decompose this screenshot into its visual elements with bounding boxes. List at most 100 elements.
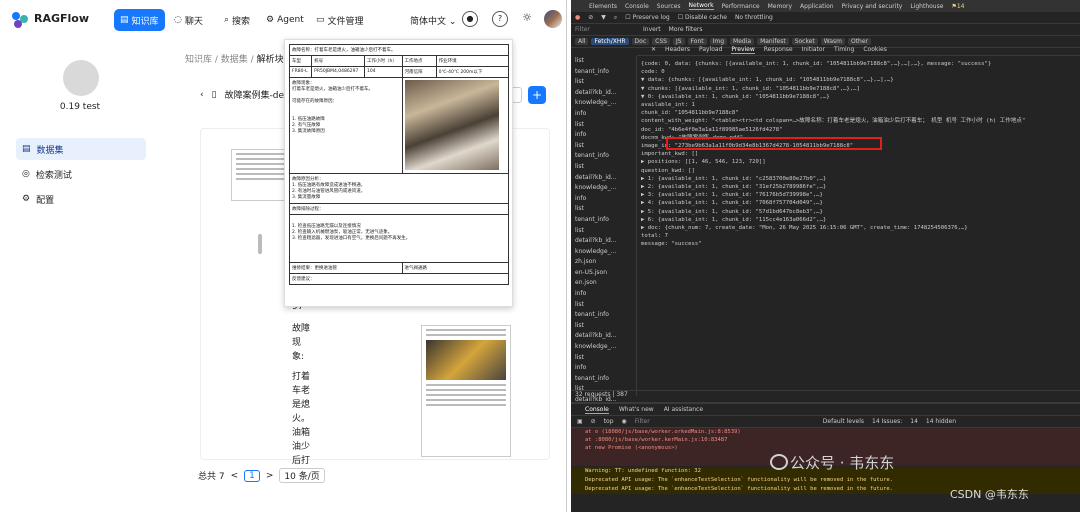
language-select[interactable]: 简体中文 ⌄ [410, 14, 456, 27]
chunk-thumbnail[interactable] [421, 325, 511, 457]
json-line[interactable]: chunk_id: "1054811bb9e7188c8" [641, 109, 1079, 117]
tab-whats-new[interactable]: What's new [619, 406, 654, 413]
json-line[interactable]: ▶ 2: {available_int: 1, chunk_id: "31ef2… [641, 183, 1079, 191]
tab-elements[interactable]: Elements [589, 3, 617, 10]
json-line[interactable]: ▶ 5: {available_int: 1, chunk_id: "57d1b… [641, 208, 1079, 216]
request-row[interactable]: detail?kb_id... [571, 173, 636, 184]
tab-sources[interactable]: Sources [657, 3, 681, 10]
request-row[interactable]: list [571, 300, 636, 311]
request-row[interactable]: en.json [571, 278, 636, 289]
request-row[interactable]: zh.json [571, 257, 636, 268]
json-line[interactable]: ▶ positions: [[1, 46, 546, 123, 720]] [641, 158, 1079, 166]
user-avatar[interactable] [544, 10, 562, 28]
json-line[interactable]: message: "success" [641, 240, 1079, 248]
tab-console[interactable]: Console [625, 3, 649, 10]
filter-chip[interactable]: Fetch/XHR [591, 38, 629, 45]
request-row[interactable]: knowledge_... [571, 247, 636, 258]
request-row[interactable]: info [571, 194, 636, 205]
nav-chat[interactable]: ◌ 聊天 [168, 9, 209, 31]
close-icon[interactable]: ✕ [651, 46, 656, 53]
sidebar-item-retrieval-test[interactable]: ◎ 检索测试 [16, 163, 146, 185]
json-line[interactable]: ▶ 1: {available_int: 1, chunk_id: "c2583… [641, 175, 1079, 183]
json-line[interactable]: ▼ data: {chunks: [{available_int: 1, chu… [641, 76, 1079, 84]
help-icon[interactable]: ? [492, 11, 508, 27]
json-line[interactable]: ▶ 3: {available_int: 1, chunk_id: "76176… [641, 191, 1079, 199]
breadcrumb-item[interactable]: 知识库 [185, 55, 212, 65]
preserve-log-checkbox[interactable]: ☐ Preserve log [625, 14, 669, 21]
tab-memory[interactable]: Memory [768, 3, 792, 10]
chunk-thumbnail[interactable] [231, 149, 289, 201]
current-page[interactable]: 1 [244, 469, 260, 482]
json-line[interactable]: ▶ 6: {available_int: 1, chunk_id: "115cc… [641, 216, 1079, 224]
throttling-select[interactable]: No throttling [735, 14, 773, 21]
request-row[interactable]: detail?kb_id... [571, 331, 636, 342]
request-row[interactable]: tenant_info [571, 374, 636, 385]
json-line[interactable]: doc_id: "4b6e4f0e3a1a11f89985ae5126fd427… [641, 126, 1079, 134]
tab-application[interactable]: Application [800, 3, 834, 10]
json-line[interactable]: important_kwd: [] [641, 150, 1079, 158]
tab-network[interactable]: Network [688, 2, 714, 10]
json-line[interactable]: ▼ chunks: [{available_int: 1, chunk_id: … [641, 85, 1079, 93]
sidebar-item-dataset[interactable]: ▤ 数据集 [16, 138, 146, 160]
request-row[interactable]: tenant_info [571, 215, 636, 226]
request-row[interactable]: list [571, 120, 636, 131]
json-line[interactable]: total: 7 [641, 232, 1079, 240]
tab-response[interactable]: Response [764, 46, 793, 53]
request-row[interactable]: info [571, 109, 636, 120]
json-line[interactable]: available_int: 1 [641, 101, 1079, 109]
list-scrollbar[interactable] [258, 234, 262, 254]
github-icon[interactable]: ● [462, 11, 478, 27]
request-row[interactable]: list [571, 162, 636, 173]
request-row[interactable]: list [571, 204, 636, 215]
tab-cookies[interactable]: Cookies [863, 46, 887, 53]
stack-line[interactable]: at :8080/js/base/worker.kerMain.js:10:83… [585, 436, 1080, 444]
filter-icon[interactable]: ▼ [601, 14, 606, 21]
add-chunk-button[interactable]: + [528, 86, 546, 104]
request-row[interactable]: tenant_info [571, 310, 636, 321]
page-size-select[interactable]: 10 条/页 [279, 468, 325, 483]
json-line[interactable]: content_with_weight: "<table><tr><td col… [641, 117, 1079, 125]
issues-count[interactable]: 14 [910, 418, 918, 425]
request-row[interactable]: detail?kb_id... [571, 236, 636, 247]
sidebar-item-config[interactable]: ⚙ 配置 [16, 188, 146, 210]
request-row[interactable]: knowledge_... [571, 183, 636, 194]
invert-checkbox[interactable]: Invert [643, 26, 661, 33]
filter-chip[interactable]: All [575, 38, 589, 45]
request-row[interactable]: list [571, 56, 636, 67]
request-row[interactable]: tenant_info [571, 67, 636, 78]
tab-payload[interactable]: Payload [699, 46, 722, 53]
record-icon[interactable]: ● [575, 14, 580, 21]
tab-preview[interactable]: Preview [731, 46, 755, 54]
more-filters-button[interactable]: More filters [669, 26, 703, 33]
request-row[interactable]: list [571, 353, 636, 364]
sidebar-toggle-icon[interactable]: ▣ [577, 418, 583, 425]
console-filter-input[interactable]: Filter [635, 418, 815, 425]
breadcrumb-item[interactable]: 数据集 [221, 55, 248, 65]
log-levels-select[interactable]: Default levels [823, 418, 864, 425]
clear-console-icon[interactable]: ⊘ [591, 418, 596, 425]
tab-performance[interactable]: Performance [722, 3, 760, 10]
theme-toggle-icon[interactable]: ☼ [519, 11, 535, 27]
issues-label[interactable]: 14 Issues: [872, 418, 902, 425]
json-line[interactable]: question_kwd: [] [641, 167, 1079, 175]
eye-icon[interactable]: ◉ [622, 418, 627, 425]
tab-console-drawer[interactable]: Console [585, 406, 609, 414]
filter-input[interactable]: Filter [575, 26, 635, 33]
request-row[interactable]: info [571, 130, 636, 141]
json-line[interactable]: code: 0 [641, 68, 1079, 76]
json-line[interactable]: {code: 0, data: {chunks: [{available_int… [641, 60, 1079, 68]
tab-initiator[interactable]: Initiator [802, 46, 825, 53]
json-line[interactable]: ▶ 4: {available_int: 1, chunk_id: "7068f… [641, 199, 1079, 207]
json-line[interactable]: ▶ doc: {chunk_num: 7, create_date: "Mon,… [641, 224, 1079, 232]
json-line[interactable]: ▼ 0: {available_int: 1, chunk_id: "10548… [641, 93, 1079, 101]
request-row[interactable]: list [571, 141, 636, 152]
request-row[interactable]: info [571, 289, 636, 300]
disable-cache-checkbox[interactable]: ☐ Disable cache [678, 14, 727, 21]
request-row[interactable]: detail?kb_id... [571, 88, 636, 99]
nav-agent[interactable]: ⚙ Agent [260, 9, 310, 31]
next-page-button[interactable]: > [266, 471, 274, 481]
request-row[interactable]: info [571, 363, 636, 374]
search-icon[interactable]: ⌕ [614, 14, 617, 22]
request-row[interactable]: knowledge_... [571, 342, 636, 353]
tab-timing[interactable]: Timing [834, 46, 854, 53]
